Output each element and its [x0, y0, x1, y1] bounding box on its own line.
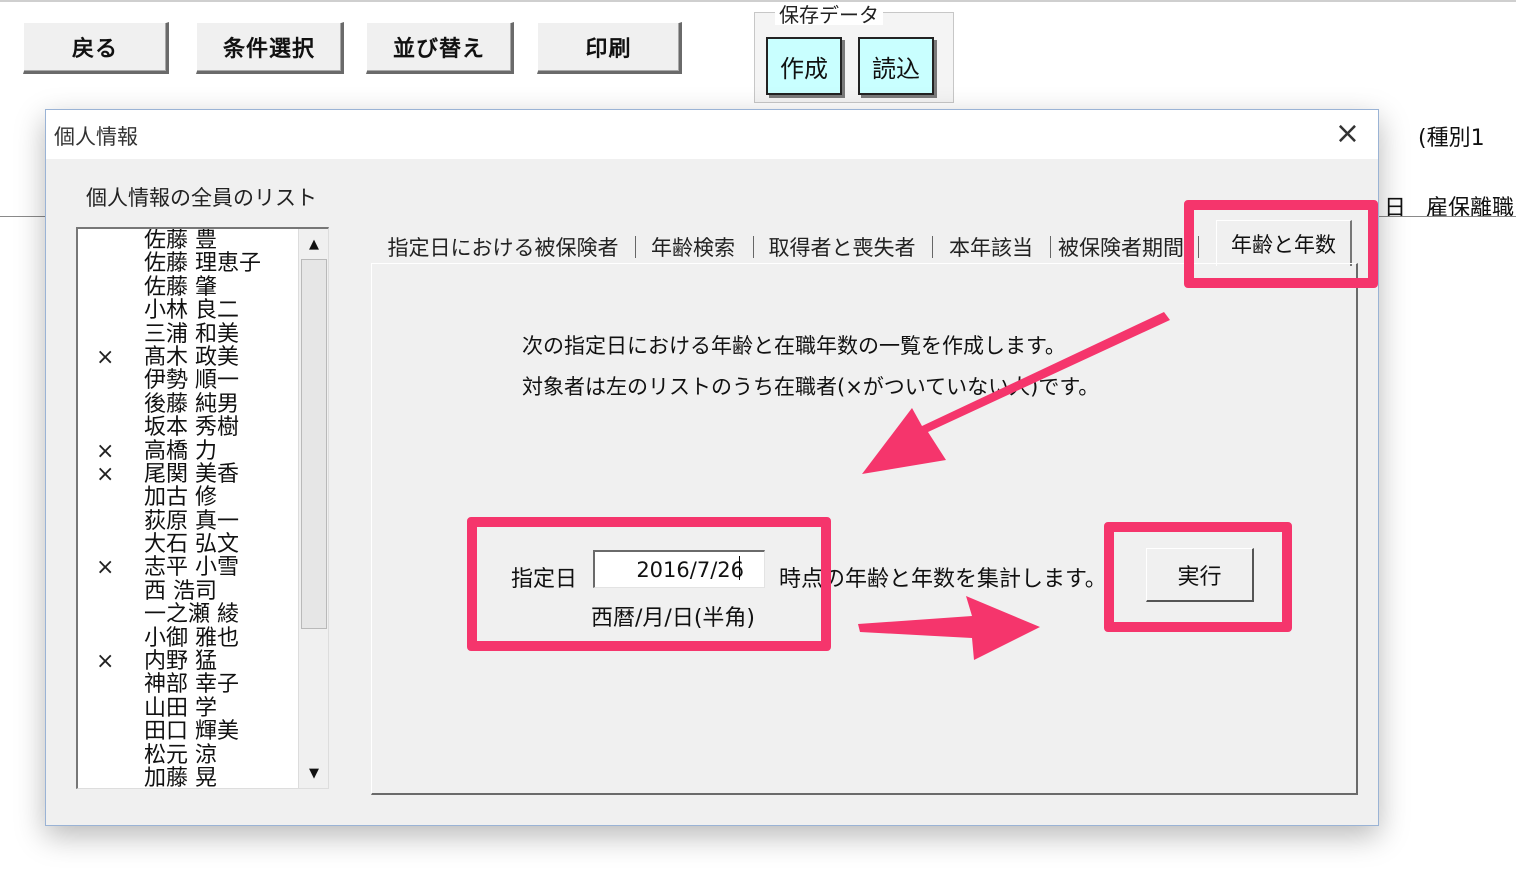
arrow-to-date-field: [862, 312, 1170, 474]
arrow-to-execute-button: [858, 596, 1040, 660]
annotation-arrows: [858, 312, 1170, 660]
